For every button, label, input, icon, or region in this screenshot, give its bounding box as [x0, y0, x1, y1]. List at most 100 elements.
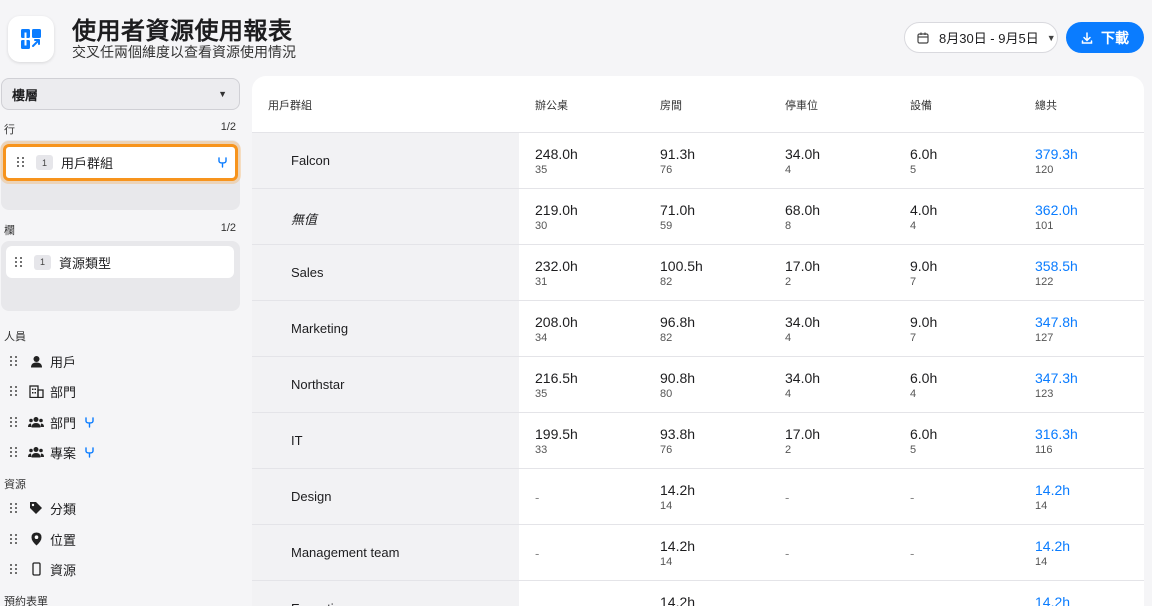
total-hours-link[interactable]: 14.2h	[1035, 538, 1070, 554]
field-user[interactable]: 用戶	[0, 350, 240, 372]
table-cell-count: 2	[785, 276, 792, 288]
drag-handle-icon[interactable]	[10, 355, 18, 367]
table-cell-count: 82	[660, 332, 673, 344]
table-cell-empty: -	[535, 490, 540, 505]
tag-icon	[28, 500, 44, 516]
total-hours-link[interactable]: 14.2h	[1035, 594, 1070, 606]
table-cell-count: 59	[660, 220, 673, 232]
rows-chip-user-group[interactable]: 1 用戶群組	[3, 144, 238, 181]
field-resource[interactable]: 資源	[0, 558, 240, 580]
field-category[interactable]: 分類	[0, 497, 240, 519]
chevron-down-icon: ▼	[218, 89, 227, 99]
row-label[interactable]: IT	[291, 433, 303, 448]
table-cell-hours: 248.0h	[535, 146, 578, 162]
table-cell-count: 14	[1035, 500, 1048, 512]
cols-chip-resource-type[interactable]: 1 資源類型	[6, 246, 234, 278]
table-cell-count: 4	[910, 388, 917, 400]
field-location[interactable]: 位置	[0, 528, 240, 550]
table-cell-hours: 4.0h	[910, 202, 938, 218]
table-cell-hours: 9.0h	[910, 314, 938, 330]
row-label[interactable]: Falcon	[291, 153, 330, 168]
col-header-equipment[interactable]: 設備	[910, 97, 932, 113]
table-cell-count: 80	[660, 388, 673, 400]
drag-handle-icon[interactable]	[17, 157, 25, 168]
row-label[interactable]: Marketing	[291, 321, 348, 336]
table-cell-hours: 219.0h	[535, 202, 578, 218]
total-hours-link[interactable]: 358.5h	[1035, 258, 1078, 274]
report-swap-icon	[21, 29, 41, 49]
people-group-icon	[28, 414, 44, 430]
drag-handle-icon[interactable]	[15, 256, 23, 268]
download-button[interactable]: 下載	[1066, 22, 1144, 53]
chevron-down-icon: ▼	[1046, 32, 1056, 43]
table-cell-count: 7	[910, 276, 917, 288]
floor-dropdown[interactable]: 樓層 ▼	[1, 78, 240, 110]
col-header-user-group[interactable]: 用戶群組	[268, 97, 312, 113]
drag-handle-icon[interactable]	[10, 446, 18, 458]
table-cell-hours: 17.0h	[785, 426, 821, 442]
drag-handle-icon[interactable]	[10, 563, 18, 575]
field-label: 分類	[50, 501, 77, 517]
booking-form-group-label: 預約表單	[4, 596, 48, 606]
table-cell-count: 5	[910, 164, 917, 176]
table-cell-hours: 14.2h	[660, 482, 696, 498]
table-cell-count: 76	[660, 444, 673, 456]
field-label: 資源	[50, 562, 77, 578]
date-range-picker[interactable]: 8月30日 - 9月5日 ▼	[904, 22, 1058, 53]
table-cell-count: 5	[910, 444, 917, 456]
drag-handle-icon[interactable]	[10, 533, 18, 545]
row-divider	[252, 300, 1144, 301]
col-header-room[interactable]: 房間	[660, 97, 682, 113]
total-hours-link[interactable]: 347.8h	[1035, 314, 1078, 330]
table-cell-hours: 6.0h	[910, 146, 938, 162]
table-cell-count: 14	[1035, 556, 1048, 568]
total-hours-link[interactable]: 14.2h	[1035, 482, 1070, 498]
table-cell-hours: 14.2h	[660, 594, 696, 606]
row-label[interactable]: Management team	[291, 545, 399, 560]
people-group-label: 人員	[4, 331, 26, 343]
row-label[interactable]: 無值	[291, 209, 317, 228]
total-hours-link[interactable]: 347.3h	[1035, 370, 1078, 386]
branch-icon	[218, 157, 227, 168]
location-pin-icon	[28, 531, 44, 547]
table-cell-count: 30	[535, 220, 548, 232]
row-divider	[252, 356, 1144, 357]
table-cell-count: 4	[785, 332, 792, 344]
field-project[interactable]: 專案	[0, 441, 240, 463]
table-cell-hours: 14.2h	[660, 538, 696, 554]
row-label[interactable]: Executive	[291, 601, 347, 606]
table-cell-hours: 71.0h	[660, 202, 696, 218]
drag-handle-icon[interactable]	[10, 502, 18, 514]
row-divider	[252, 132, 1144, 133]
row-divider	[252, 412, 1144, 413]
table-cell-count: 31	[535, 276, 548, 288]
table-cell-count: 82	[660, 276, 673, 288]
chip-index: 1	[34, 254, 51, 270]
row-label[interactable]: Sales	[291, 265, 324, 280]
table-cell-hours: 93.8h	[660, 426, 696, 442]
total-hours-link[interactable]: 362.0h	[1035, 202, 1078, 218]
row-divider	[252, 244, 1144, 245]
field-department[interactable]: 部門	[0, 380, 240, 402]
field-department-group[interactable]: 部門	[0, 411, 240, 433]
table-cell-count: 35	[535, 164, 548, 176]
drag-handle-icon[interactable]	[10, 416, 18, 428]
table-cell-count: 123	[1035, 388, 1054, 400]
cols-section-label: 欄	[4, 225, 15, 237]
col-header-total[interactable]: 總共	[1035, 97, 1057, 113]
col-header-desk[interactable]: 辦公桌	[535, 97, 568, 113]
row-label[interactable]: Design	[291, 489, 331, 504]
total-hours-link[interactable]: 316.3h	[1035, 426, 1078, 442]
table-cell-hours: 68.0h	[785, 202, 821, 218]
table-cell-hours: 6.0h	[910, 370, 938, 386]
drag-handle-icon[interactable]	[10, 385, 18, 397]
page-subtitle: 交叉任兩個維度以查看資源使用情況	[72, 44, 296, 60]
col-header-parking[interactable]: 停車位	[785, 97, 818, 113]
table-cell-count: 116	[1035, 444, 1053, 456]
total-hours-link[interactable]: 379.3h	[1035, 146, 1078, 162]
table-cell-count: 34	[535, 332, 548, 344]
row-label[interactable]: Northstar	[291, 377, 344, 392]
branch-icon	[85, 446, 94, 458]
rows-count: 1/2	[220, 121, 236, 133]
table-cell-empty: -	[910, 490, 915, 505]
